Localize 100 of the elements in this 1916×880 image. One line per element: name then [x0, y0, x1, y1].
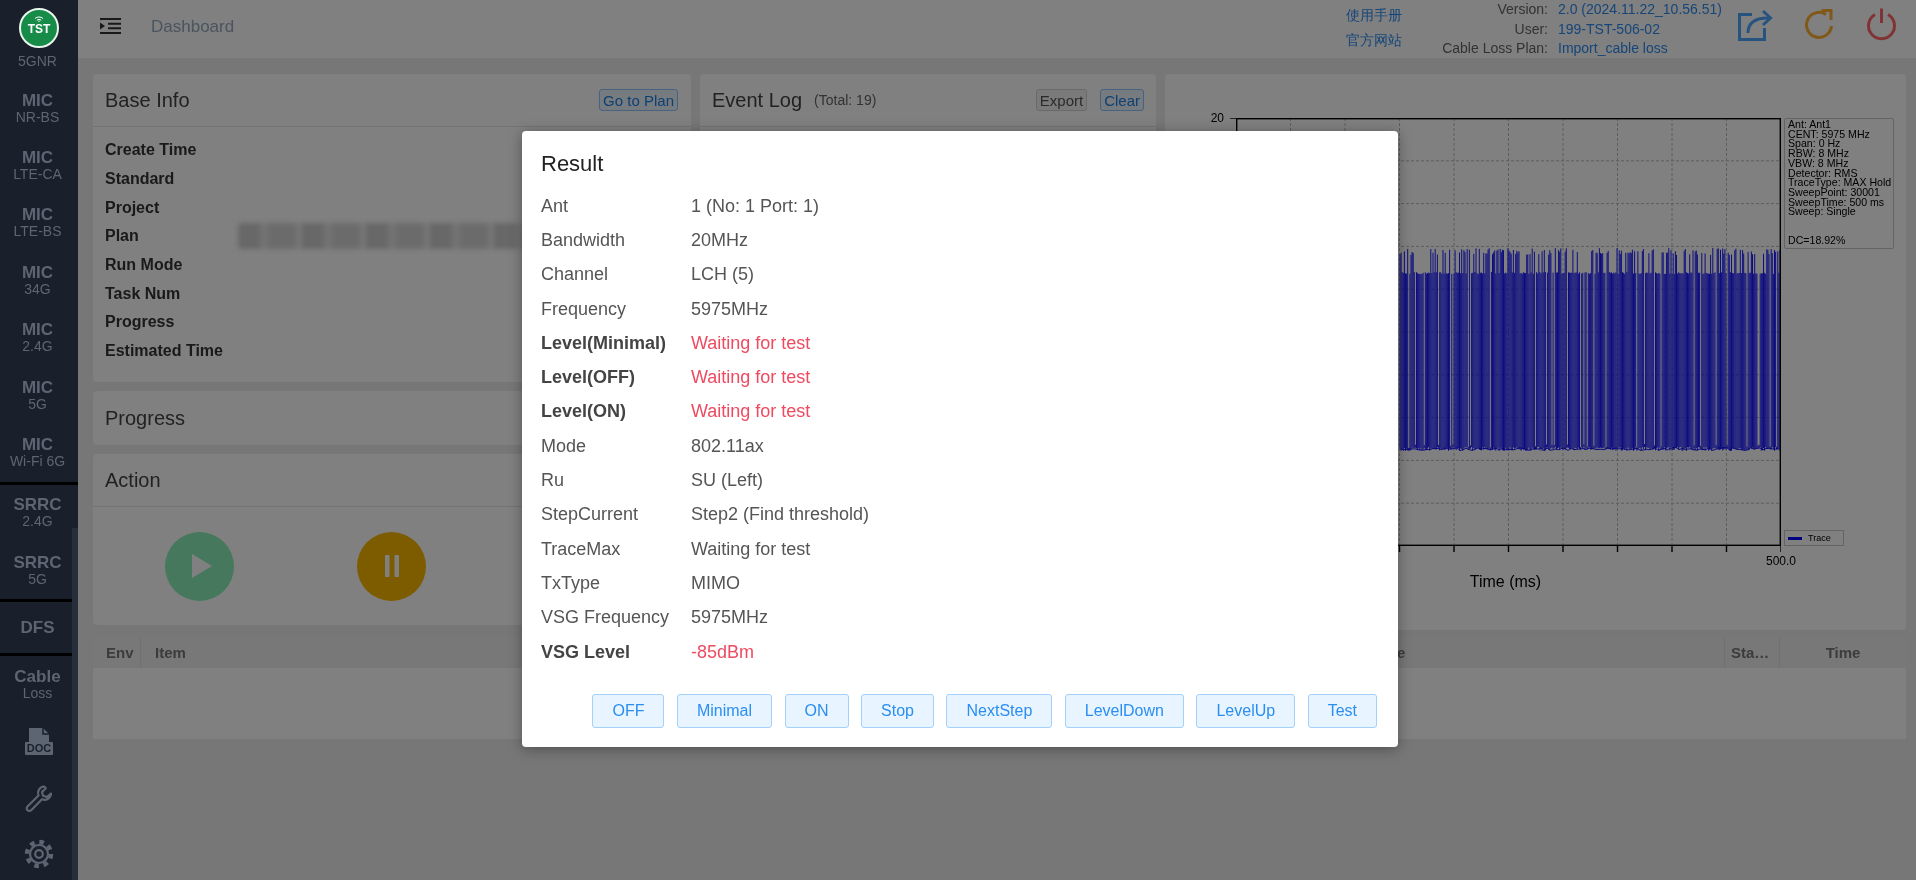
help-link[interactable]: 使用手册: [1346, 3, 1402, 28]
field-value: Waiting for test: [691, 401, 811, 423]
nav-item[interactable]: MIC NR-BS: [3, 80, 72, 138]
minimal-button[interactable]: Minimal: [676, 694, 773, 728]
panel-title: Base Info: [105, 88, 190, 112]
nav-item[interactable]: MIC 2.4G: [3, 309, 72, 367]
log-total: (Total: 19): [814, 92, 877, 108]
field-value: Waiting for test: [691, 538, 811, 560]
help-link[interactable]: 官方网站: [1346, 28, 1402, 53]
logo-badge[interactable]: TST: [19, 8, 59, 48]
info-line: DC=18.92%: [1788, 236, 1847, 247]
field-label: Ru: [541, 470, 565, 491]
field-label: Progress: [105, 313, 176, 332]
field-value: SU (Left): [691, 470, 764, 491]
off-button[interactable]: OFF: [592, 694, 665, 728]
field-label: TraceMax: [541, 538, 622, 560]
nav-item[interactable]: MIC 5G: [3, 366, 72, 425]
info-line: Sweep: Single: [1788, 207, 1856, 218]
info-line: VBW: 8 MHz: [1788, 158, 1850, 169]
field-label: Level(Minimal): [541, 332, 668, 354]
nav-item[interactable]: SRRC 5G: [3, 542, 72, 600]
panel-title: Event Log: [712, 88, 803, 112]
panel-title: Progress: [105, 406, 186, 430]
field-label: Ant: [541, 195, 570, 217]
stop-button[interactable]: Stop: [861, 694, 934, 728]
field-value: 20MHz: [691, 229, 748, 251]
field-value: 5975MHz: [691, 607, 769, 629]
panel-title: Action: [105, 468, 161, 492]
x-axis-label: 500.0: [1765, 553, 1796, 570]
field-label: Level(ON): [541, 401, 628, 423]
field-label: Level(OFF): [541, 367, 636, 389]
file-icon: [26, 728, 52, 743]
field-value: MIMO: [691, 572, 740, 594]
next-step-button[interactable]: NextStep: [946, 694, 1053, 728]
field-label: Channel: [541, 264, 610, 286]
field-label: Run Mode: [105, 256, 184, 275]
field-label: Task Num: [105, 284, 182, 303]
nav-item[interactable]: MIC 34G: [3, 252, 72, 310]
nav-item[interactable]: Cable Loss: [3, 656, 72, 714]
nav-item[interactable]: 5GNR: [3, 48, 72, 80]
wrench-icon[interactable]: [24, 782, 54, 813]
logo-text: TST: [27, 23, 51, 35]
info-line: Span: 0 Hz: [1788, 139, 1841, 150]
field-label: Plan: [105, 227, 140, 246]
info-line: TraceType: MAX Hold: [1788, 178, 1892, 188]
wifi-icon: [34, 16, 44, 22]
nav-item[interactable]: MIC Wi-Fi 6G: [3, 424, 72, 482]
field-label: Standard: [105, 170, 176, 189]
info-label: Version:: [1496, 0, 1548, 19]
info-line: Ant: Ant1: [1788, 120, 1832, 130]
field-value: Waiting for test: [691, 332, 811, 354]
field-value: 5975MHz: [691, 298, 769, 320]
nav-item[interactable]: DFS: [3, 602, 72, 654]
info-line: CENT: 5975 MHz: [1788, 129, 1871, 140]
nav-item[interactable]: MIC LTE-BS: [3, 194, 72, 253]
legend-label: Trace: [1808, 533, 1831, 543]
field-value: Waiting for test: [691, 367, 811, 389]
test-button[interactable]: Test: [1307, 694, 1377, 728]
info-value[interactable]: 2.0 (2024.11.22_10.56.51): [1558, 0, 1723, 20]
field-value: LCH (5): [691, 264, 754, 286]
info-line: SweepTime: 500 ms: [1788, 197, 1886, 208]
info-value[interactable]: Import_cable loss: [1558, 39, 1723, 59]
pause-icon: [384, 555, 399, 577]
field-label: TxType: [541, 572, 602, 594]
level-down-button[interactable]: LevelDown: [1064, 694, 1184, 728]
nav-item[interactable]: MIC LTE-CA: [3, 137, 72, 195]
info-label: User:: [1513, 19, 1548, 39]
go-to-plan-button[interactable]: Go to Plan: [599, 89, 678, 111]
on-button[interactable]: ON: [784, 694, 849, 728]
field-value: Step2 (Find threshold): [691, 504, 870, 526]
export-button[interactable]: Export: [1035, 89, 1088, 111]
play-icon: [191, 553, 213, 579]
field-label: StepCurrent: [541, 504, 640, 526]
level-up-button[interactable]: LevelUp: [1196, 694, 1296, 728]
column-header[interactable]: Time: [1780, 638, 1906, 668]
gear-icon[interactable]: [24, 838, 54, 869]
y-axis-label: 20: [1210, 110, 1224, 126]
info-line: Detector: RMS: [1788, 168, 1858, 179]
info-line: RBW: 8 MHz: [1788, 149, 1851, 159]
field-label: Project: [105, 198, 161, 217]
power-icon[interactable]: [1866, 7, 1897, 42]
field-label: Create Time: [105, 141, 198, 160]
clear-button[interactable]: Clear: [1100, 89, 1144, 111]
field-label: Mode: [541, 435, 588, 457]
menu-icon[interactable]: [100, 18, 121, 34]
field-value: 802.11ax: [691, 435, 764, 457]
scrollbar-thumb[interactable]: [72, 528, 78, 880]
circular-arrow-icon[interactable]: [1802, 7, 1836, 42]
nav-item[interactable]: SRRC 2.4G: [3, 484, 72, 542]
field-label: Estimated Time: [105, 342, 224, 361]
x-axis-title: Time (ms): [1469, 572, 1542, 592]
field-value: 1 (No: 1 Port: 1): [691, 195, 820, 217]
field-label: VSG Frequency: [541, 607, 671, 629]
dialog-title: Result: [541, 151, 604, 177]
field-value: -85dBm: [691, 641, 755, 663]
field-label: Bandwidth: [541, 229, 627, 251]
info-line: SweepPoint: 30001: [1788, 187, 1880, 198]
info-value[interactable]: 199-TST-506-02: [1558, 19, 1723, 39]
info-label: Cable Loss Plan:: [1441, 39, 1548, 58]
box-arrow-icon[interactable]: [1737, 7, 1774, 42]
